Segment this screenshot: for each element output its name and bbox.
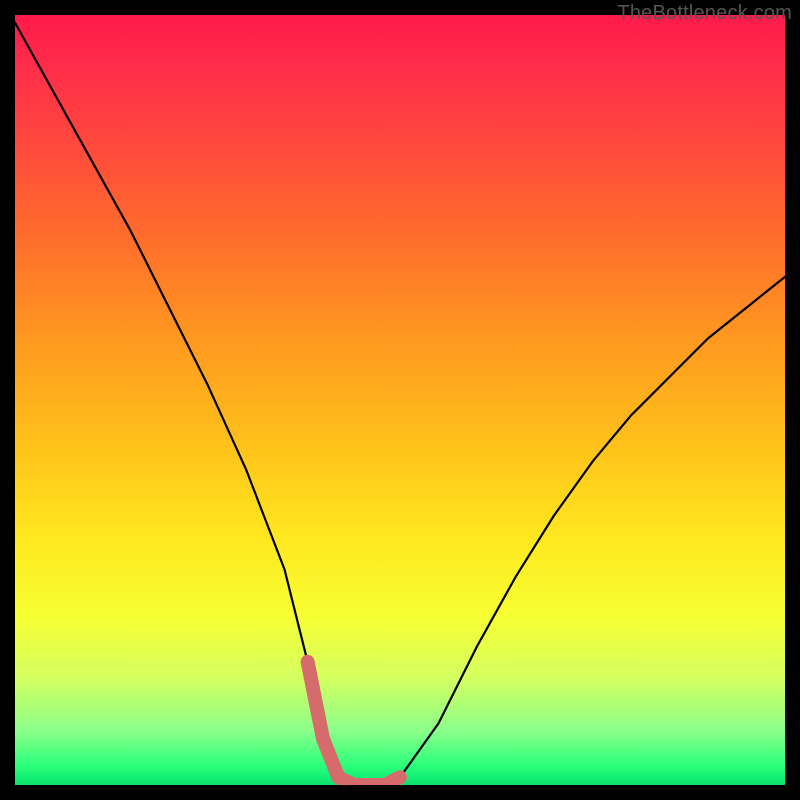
chart-svg bbox=[15, 15, 785, 785]
bottleneck-curve bbox=[15, 23, 785, 785]
optimal-band bbox=[308, 662, 400, 785]
chart-frame: TheBottleneck.com bbox=[0, 0, 800, 800]
watermark-text: TheBottleneck.com bbox=[617, 2, 792, 25]
plot-area bbox=[15, 15, 785, 785]
